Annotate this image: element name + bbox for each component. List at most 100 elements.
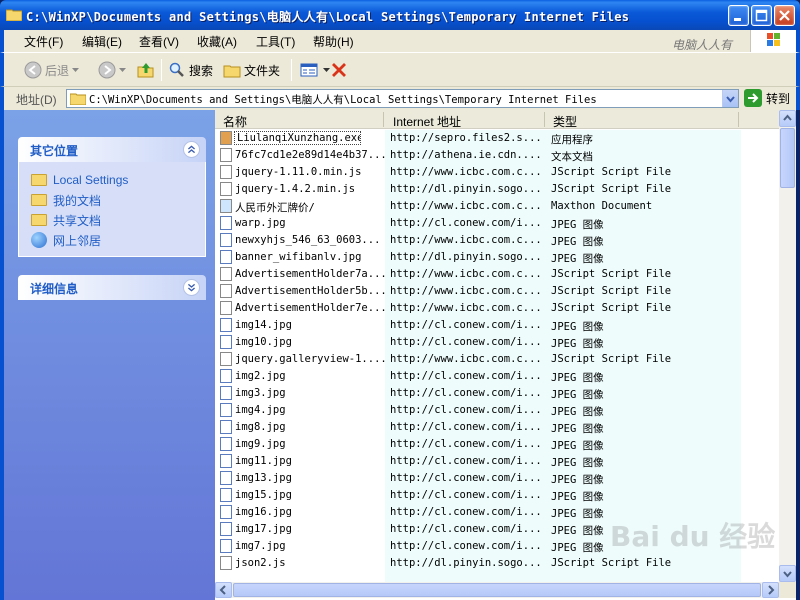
column-divider[interactable] [738, 112, 739, 127]
other-places-panel: 其它位置 Local Settings 我的文档 共享文档 网上邻居 [18, 137, 206, 257]
table-row[interactable]: img8.jpg http://cl.conew.com/i... JPEG 图像 [215, 419, 779, 436]
file-name: img14.jpg [235, 319, 292, 331]
table-row[interactable]: 76fc7cd1e2e89d14e4b37... http://athena.ie… [215, 147, 779, 164]
table-row[interactable]: newxyhjs_546_63_0603... http://www.icbc.c… [215, 232, 779, 249]
table-row[interactable]: banner_wifibanlv.jpg http://dl.pinyin.sog… [215, 249, 779, 266]
file-icon [220, 335, 232, 349]
file-url: http://cl.conew.com/i... [390, 370, 542, 382]
views-icon [300, 63, 318, 77]
file-icon [220, 437, 232, 451]
scroll-right-button[interactable] [762, 582, 779, 598]
file-name: img3.jpg [235, 387, 286, 399]
maximize-button[interactable] [751, 5, 772, 26]
file-url: http://www.icbc.com.c... [390, 268, 542, 280]
other-places-header[interactable]: 其它位置 [18, 137, 206, 162]
table-row[interactable]: jquery.galleryview-1.... http://www.icbc.… [215, 351, 779, 368]
file-name: 76fc7cd1e2e89d14e4b37... [235, 149, 385, 161]
table-row[interactable]: LiulanqiXunzhang.exe http://sepro.files2.… [215, 130, 779, 147]
vertical-scrollbar[interactable] [779, 110, 796, 582]
column-type[interactable]: 类型 [553, 113, 577, 130]
collapse-up-icon[interactable] [183, 141, 200, 158]
file-type: JPEG 图像 [551, 338, 604, 350]
file-url: http://www.icbc.com.c... [390, 200, 542, 212]
column-name[interactable]: 名称 [223, 113, 247, 130]
address-value: C:\WinXP\Documents and Settings\电脑人人有\Lo… [89, 94, 597, 106]
place-label: 我的文档 [53, 193, 102, 208]
close-button[interactable] [774, 5, 795, 26]
vertical-scroll-thumb[interactable] [780, 128, 795, 188]
table-row[interactable]: img14.jpg http://cl.conew.com/i... JPEG 图像 [215, 317, 779, 334]
windows-flag-icon [767, 33, 780, 46]
file-type: JScript Script File [551, 183, 672, 195]
file-url: http://dl.pinyin.sogo... [390, 251, 542, 263]
horizontal-scroll-thumb[interactable] [233, 583, 761, 597]
back-button[interactable]: 后退 [24, 59, 80, 81]
table-row[interactable]: img10.jpg http://cl.conew.com/i... JPEG 图像 [215, 334, 779, 351]
place-my-documents[interactable]: 我的文档 [31, 190, 205, 210]
file-type: 应用程序 [551, 134, 593, 146]
menu-file[interactable]: 文件(F) [24, 33, 63, 50]
table-row[interactable]: img2.jpg http://cl.conew.com/i... JPEG 图像 [215, 368, 779, 385]
minimize-button[interactable] [728, 5, 749, 26]
go-button[interactable]: 转到 [744, 89, 790, 107]
up-folder-button[interactable] [137, 59, 155, 81]
table-row[interactable]: AdvertisementHolder7e... http://www.icbc.… [215, 300, 779, 317]
table-row[interactable]: AdvertisementHolder5b... http://www.icbc.… [215, 283, 779, 300]
file-icon [220, 420, 232, 434]
table-row[interactable]: img9.jpg http://cl.conew.com/i... JPEG 图像 [215, 436, 779, 453]
table-row[interactable]: img15.jpg http://cl.conew.com/i... JPEG 图像 [215, 487, 779, 504]
details-header[interactable]: 详细信息 [18, 275, 206, 300]
search-button[interactable]: 搜索 [168, 59, 213, 81]
place-local-settings[interactable]: Local Settings [31, 170, 205, 190]
column-divider[interactable] [544, 112, 545, 127]
horizontal-scrollbar[interactable] [215, 582, 779, 598]
table-row[interactable]: img3.jpg http://cl.conew.com/i... JPEG 图像 [215, 385, 779, 402]
table-row[interactable]: img13.jpg http://cl.conew.com/i... JPEG 图像 [215, 470, 779, 487]
menu-tools[interactable]: 工具(T) [256, 33, 295, 50]
file-type: JPEG 图像 [551, 542, 604, 554]
file-type: JPEG 图像 [551, 253, 604, 265]
folders-button[interactable]: 文件夹 [223, 59, 280, 81]
place-network[interactable]: 网上邻居 [31, 230, 205, 250]
table-row[interactable]: 人民币外汇牌价/http://www.icbc.com.c... Maxthon … [215, 198, 779, 215]
file-type: 文本文档 [551, 151, 593, 163]
scroll-down-button[interactable] [779, 565, 796, 582]
menu-edit[interactable]: 编辑(E) [82, 33, 122, 50]
arrow-down-icon [783, 571, 792, 578]
table-row[interactable]: img11.jpg http://cl.conew.com/i... JPEG 图像 [215, 453, 779, 470]
file-url: http://cl.conew.com/i... [390, 421, 542, 433]
menu-favorites[interactable]: 收藏(A) [197, 33, 237, 50]
arrow-left-icon [219, 585, 226, 595]
table-row[interactable]: warp.jpg http://cl.conew.com/i... JPEG 图像 [215, 215, 779, 232]
file-type: JPEG 图像 [551, 406, 604, 418]
file-url: http://cl.conew.com/i... [390, 472, 542, 484]
file-url: http://dl.pinyin.sogo... [390, 557, 542, 569]
views-button[interactable] [300, 59, 330, 81]
folder-icon [31, 194, 47, 206]
menu-view[interactable]: 查看(V) [139, 33, 179, 50]
table-row[interactable]: json2.js http://dl.pinyin.sogo... JScript … [215, 555, 779, 572]
table-row[interactable]: AdvertisementHolder7a... http://www.icbc.… [215, 266, 779, 283]
column-divider[interactable] [383, 112, 384, 127]
place-label: 共享文档 [53, 213, 102, 228]
file-name: img2.jpg [235, 370, 286, 382]
column-url[interactable]: Internet 地址 [393, 113, 461, 130]
expand-down-icon[interactable] [183, 279, 200, 296]
forward-button[interactable] [98, 59, 126, 81]
table-row[interactable]: img4.jpg http://cl.conew.com/i... JPEG 图像 [215, 402, 779, 419]
scroll-corner [779, 582, 796, 598]
file-icon [220, 148, 232, 162]
address-dropdown-button[interactable] [722, 90, 738, 107]
address-field[interactable]: C:\WinXP\Documents and Settings\电脑人人有\Lo… [66, 89, 739, 108]
delete-button[interactable] [330, 59, 348, 81]
table-row[interactable]: jquery-1.4.2.min.js http://dl.pinyin.sogo… [215, 181, 779, 198]
place-shared-documents[interactable]: 共享文档 [31, 210, 205, 230]
file-icon [220, 505, 232, 519]
scroll-left-button[interactable] [215, 582, 232, 598]
menu-help[interactable]: 帮助(H) [313, 33, 354, 50]
file-icon [220, 539, 232, 553]
scroll-up-button[interactable] [779, 110, 796, 127]
table-row[interactable]: jquery-1.11.0.min.js http://www.icbc.com.… [215, 164, 779, 181]
file-name: banner_wifibanlv.jpg [235, 251, 362, 263]
file-type: JPEG 图像 [551, 236, 604, 248]
